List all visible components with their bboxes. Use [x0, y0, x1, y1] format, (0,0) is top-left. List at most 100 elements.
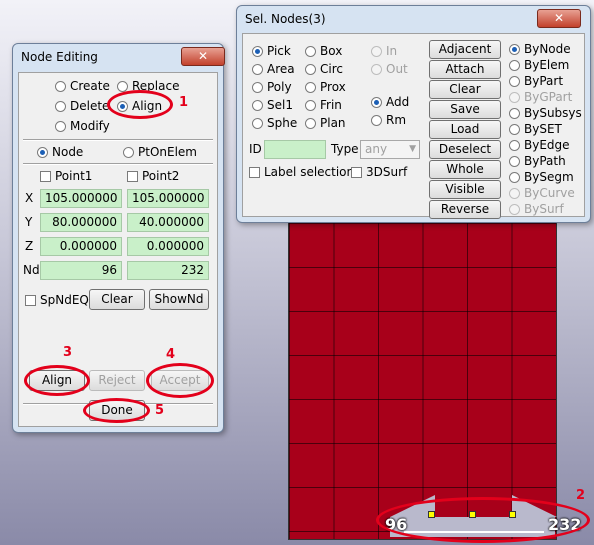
add-option[interactable]: Add [371, 95, 409, 109]
by-option-byset[interactable]: BySET [509, 122, 562, 136]
radio-icon[interactable] [55, 100, 66, 112]
visible-button[interactable]: Visible [429, 180, 501, 199]
attach-button[interactable]: Attach [429, 60, 501, 79]
pick-option-area[interactable]: Area [252, 62, 295, 76]
radio-icon[interactable] [123, 146, 134, 158]
by-option-bysubsys[interactable]: BySubsys [509, 106, 582, 120]
pick-option-plan[interactable]: Plan [305, 116, 346, 130]
radio-icon[interactable] [252, 81, 263, 93]
mode-create[interactable]: Create [55, 79, 110, 93]
pick-option-sphe[interactable]: Sphe [252, 116, 297, 130]
radio-icon[interactable] [252, 99, 263, 111]
radio-icon[interactable] [55, 80, 66, 92]
radio-icon[interactable] [509, 203, 520, 215]
radio-icon[interactable] [252, 117, 263, 129]
radio-icon[interactable] [509, 43, 520, 55]
radio-icon[interactable] [305, 99, 316, 111]
mesh-viewport[interactable] [288, 222, 557, 540]
clear-button[interactable]: Clear [89, 289, 145, 310]
radio-icon[interactable] [371, 114, 382, 126]
z-point1-field[interactable]: 0.000000 [40, 237, 122, 256]
clear-button[interactable]: Clear [429, 80, 501, 99]
option-label: Pick [267, 44, 291, 58]
shownd-button[interactable]: ShowNd [149, 289, 209, 310]
radio-icon[interactable] [371, 45, 382, 57]
load-button[interactable]: Load [429, 120, 501, 139]
rm-option[interactable]: Rm [371, 113, 406, 127]
nd-point2-field[interactable]: 232 [127, 261, 209, 280]
y-point1-field[interactable]: 80.000000 [40, 213, 122, 232]
radio-icon[interactable] [55, 120, 66, 132]
radio-icon[interactable] [509, 155, 520, 167]
out-option[interactable]: Out [371, 62, 408, 76]
mode-delete[interactable]: Delete [55, 99, 109, 113]
radio-icon[interactable] [509, 75, 520, 87]
by-option-bysegm[interactable]: BySegm [509, 170, 574, 184]
by-option-bypath[interactable]: ByPath [509, 154, 566, 168]
label-selection-checkbox[interactable]: Label selection [249, 165, 354, 179]
sel-nodes-client: Pick Area Poly Sel1 Sphe Box Circ Prox F… [242, 33, 585, 219]
target-ptonelem[interactable]: PtOnElem [123, 145, 197, 159]
radio-icon[interactable] [509, 123, 520, 135]
radio-icon[interactable] [509, 139, 520, 151]
radio-icon[interactable] [117, 80, 128, 92]
radio-icon[interactable] [509, 59, 520, 71]
by-option-bygpart[interactable]: ByGPart [509, 90, 572, 104]
by-option-byedge[interactable]: ByEdge [509, 138, 570, 152]
nd-point1-field[interactable]: 96 [40, 261, 122, 280]
type-select[interactable]: any ▼ [360, 140, 420, 159]
point1-label: Point1 [55, 169, 93, 183]
adjacent-button[interactable]: Adjacent [429, 40, 501, 59]
radio-icon[interactable] [252, 63, 263, 75]
radio-icon[interactable] [305, 81, 316, 93]
checkbox-icon[interactable] [40, 170, 51, 182]
reject-button[interactable]: Reject [89, 370, 145, 391]
mode-label: Modify [70, 119, 110, 133]
close-button[interactable]: ✕ [181, 47, 225, 66]
pick-option-sel1[interactable]: Sel1 [252, 98, 293, 112]
checkbox-icon[interactable] [249, 166, 260, 178]
radio-icon[interactable] [305, 117, 316, 129]
radio-icon[interactable] [509, 171, 520, 183]
x-point2-field[interactable]: 105.000000 [127, 189, 209, 208]
radio-icon[interactable] [371, 96, 382, 108]
point1-checkbox[interactable]: Point1 [40, 169, 92, 183]
in-option[interactable]: In [371, 44, 397, 58]
pick-option-poly[interactable]: Poly [252, 80, 292, 94]
id-input[interactable] [264, 140, 326, 159]
target-node[interactable]: Node [37, 145, 83, 159]
save-button[interactable]: Save [429, 100, 501, 119]
radio-icon[interactable] [305, 63, 316, 75]
by-option-byelem[interactable]: ByElem [509, 58, 569, 72]
by-option-bypart[interactable]: ByPart [509, 74, 563, 88]
pick-option-circ[interactable]: Circ [305, 62, 343, 76]
spndeq-checkbox[interactable]: SpNdEQ [25, 293, 89, 307]
pick-option-frin[interactable]: Frin [305, 98, 342, 112]
by-option-bysurf[interactable]: BySurf [509, 202, 564, 216]
pick-option-box[interactable]: Box [305, 44, 342, 58]
checkbox-icon[interactable] [127, 170, 138, 182]
3dsurf-checkbox[interactable]: 3DSurf [351, 165, 407, 179]
z-point2-field[interactable]: 0.000000 [127, 237, 209, 256]
point2-checkbox[interactable]: Point2 [127, 169, 179, 183]
deselect-button[interactable]: Deselect [429, 140, 501, 159]
checkbox-icon[interactable] [25, 294, 36, 306]
y-point2-field[interactable]: 40.000000 [127, 213, 209, 232]
radio-icon[interactable] [371, 63, 382, 75]
radio-icon[interactable] [509, 91, 520, 103]
checkbox-icon[interactable] [351, 166, 362, 178]
close-button[interactable]: ✕ [537, 9, 581, 28]
reverse-button[interactable]: Reverse [429, 200, 501, 219]
pick-option-prox[interactable]: Prox [305, 80, 346, 94]
x-point1-field[interactable]: 105.000000 [40, 189, 122, 208]
pick-option-pick[interactable]: Pick [252, 44, 291, 58]
mode-modify[interactable]: Modify [55, 119, 110, 133]
radio-icon[interactable] [252, 45, 263, 57]
whole-button[interactable]: Whole [429, 160, 501, 179]
radio-icon[interactable] [37, 146, 48, 158]
by-option-bynode[interactable]: ByNode [509, 42, 571, 56]
radio-icon[interactable] [305, 45, 316, 57]
radio-icon[interactable] [509, 107, 520, 119]
by-option-bycurve[interactable]: ByCurve [509, 186, 575, 200]
radio-icon[interactable] [509, 187, 520, 199]
